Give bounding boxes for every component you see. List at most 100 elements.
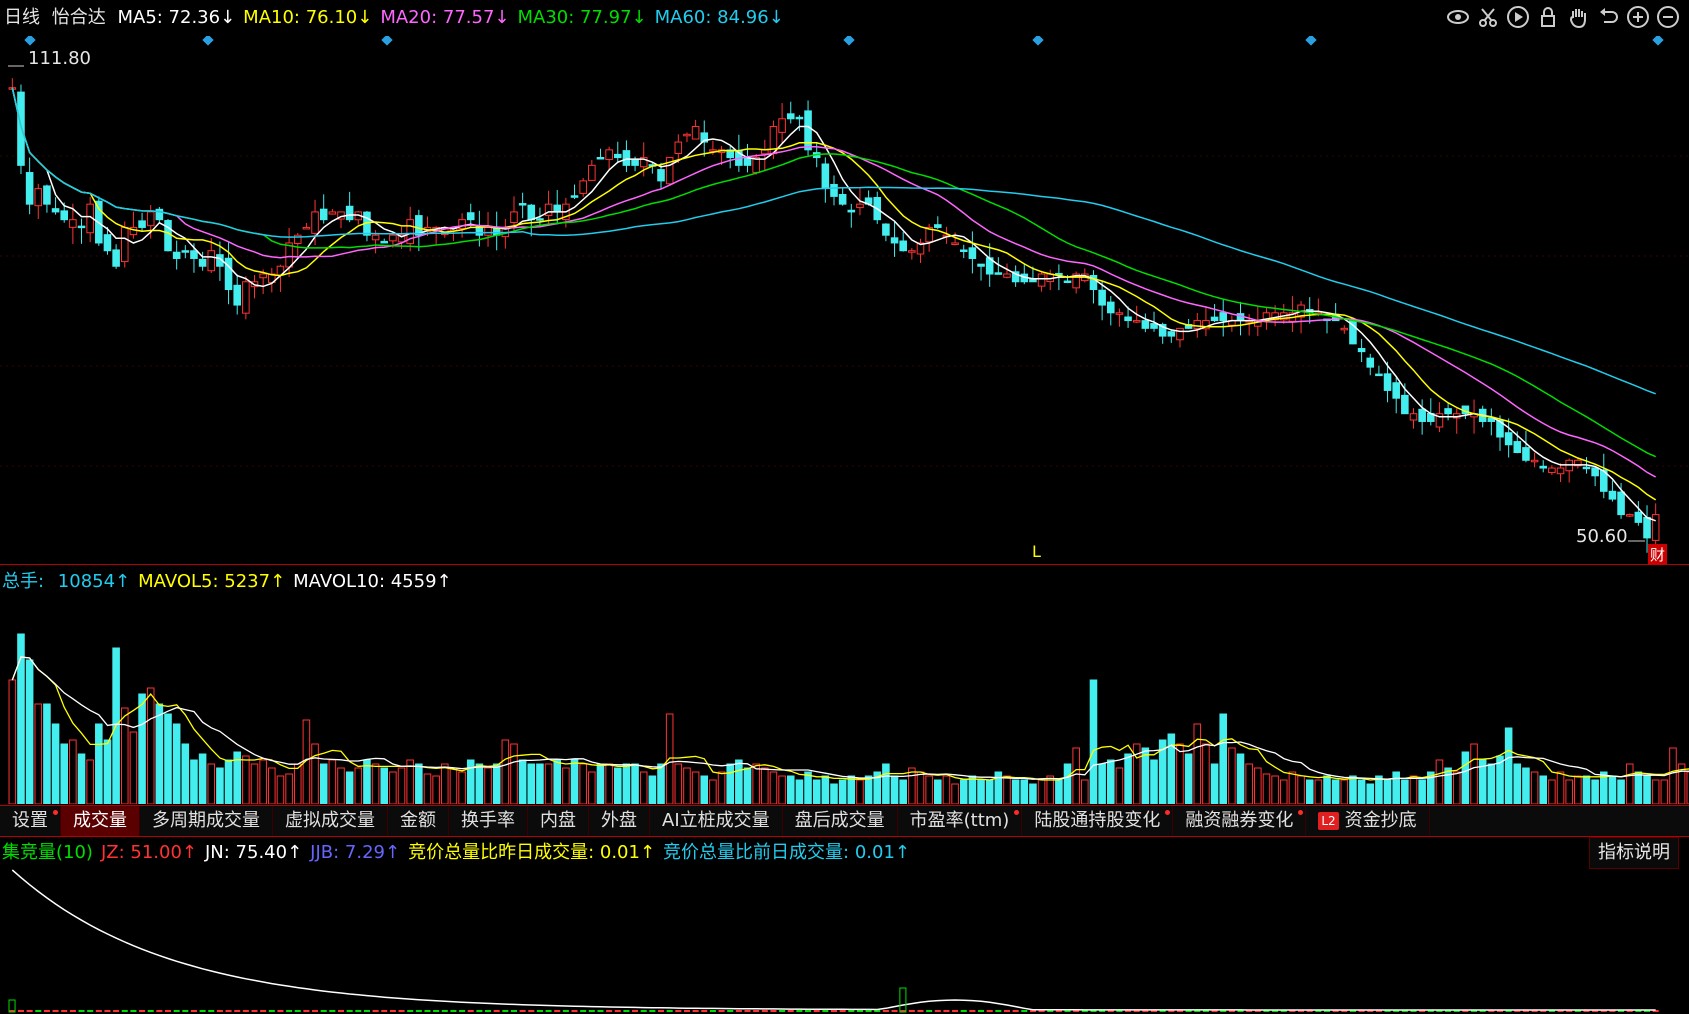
volume-bar-up [778,775,786,804]
auction-bar [787,1010,794,1012]
volume-bar-down [319,763,328,804]
volume-bar-up [709,779,717,804]
auction-legend-item-3: JJB: 7.29↑ [310,842,401,863]
volume-bar-down [795,779,804,804]
auction-bar [709,1010,716,1012]
volume-bar-up [259,759,267,804]
undo-icon[interactable] [1595,4,1621,30]
play-icon[interactable] [1505,4,1531,30]
ma-legend-item-3: MA30: 77.97↓ [517,7,647,28]
zoom-in-icon[interactable] [1625,4,1651,30]
volume-bar-down [1383,779,1392,804]
volume-bar-down [1331,779,1340,804]
volume-bar-down [1236,753,1245,804]
volume-bar-up [501,739,510,804]
volume-bar-up [311,743,319,804]
volume-bar-up [389,771,397,804]
auction-bar [1021,1010,1028,1012]
tab-7[interactable]: 外盘 [589,806,650,836]
auction-bar [1012,1010,1019,1012]
volume-bar-down [1608,775,1617,804]
auction-bar [882,1010,889,1012]
tab-label: 外盘 [601,810,637,831]
volume-bar-down [1643,775,1651,804]
volume-bar-up [432,775,440,804]
volume-bar-up [562,767,570,804]
volume-bar-up [1651,779,1660,804]
auction-bar [173,1010,180,1012]
volume-bar-up [293,763,302,804]
auction-bar [441,1010,448,1012]
volume-bar-up [510,743,518,804]
auction-bar [545,1010,552,1012]
l2-badge: L2 [1318,812,1339,830]
tab-1[interactable]: 成交量 [61,806,140,836]
volume-bar-up [69,739,77,804]
tab-4[interactable]: 金额 [388,806,449,836]
auction-bar [779,1010,786,1012]
volume-bar-down [657,763,665,804]
volume-bar-down [1444,767,1452,804]
low-point-marker: L [1032,542,1041,561]
volume-chart[interactable] [0,590,1689,804]
zoom-out-icon[interactable] [1655,4,1681,30]
volume-bar-up [951,783,959,804]
volume-bar-down [1305,779,1314,804]
indicator-help-button[interactable]: 指标说明 [1589,837,1679,869]
volume-bar-up [579,763,587,804]
finance-marker[interactable]: 财 [1648,544,1668,565]
volume-bar-down [95,723,103,804]
volume-bar-up [1556,771,1565,804]
volume-bar-down [1141,747,1150,804]
auction-bar [606,1010,613,1012]
hand-icon[interactable] [1565,4,1591,30]
tab-9[interactable]: 盘后成交量 [783,806,898,836]
tab-8[interactable]: AI立桩成交量 [650,806,783,836]
tab-11[interactable]: 陆股通持股变化 [1022,806,1174,836]
volume-legend-item-2: MAVOL5: 5237↑ [138,571,286,592]
tab-12[interactable]: 融资融券变化 [1173,806,1307,836]
auction-bar [891,1010,898,1012]
auction-bar [190,1010,197,1012]
auction-bar [147,1010,154,1012]
tab-label: 内盘 [540,810,576,831]
tab-10[interactable]: 市盈率(ttm) [898,806,1023,836]
auction-chart[interactable] [0,866,1689,1014]
volume-bar-up [1314,779,1323,804]
volume-bar-up [484,767,492,804]
volume-bar-down [899,779,907,804]
tab-5[interactable]: 换手率 [449,806,528,836]
tab-2[interactable]: 多周期成交量 [140,806,273,836]
tab-13[interactable]: L2 资金抄底 [1306,806,1430,836]
volume-bar-down [968,775,977,804]
auction-bar [727,1010,734,1012]
auction-bar [640,1010,647,1012]
auction-bar [277,1010,284,1012]
auction-bar [242,1010,249,1012]
scissors-icon[interactable] [1475,4,1501,30]
auction-bar [874,1010,881,1012]
tab-dot [1165,810,1171,815]
volume-bar-down [527,763,536,804]
tab-0[interactable]: 设置 [0,806,61,836]
high-price-label: 111.80 [28,48,91,69]
auction-bar [312,1010,319,1012]
price-panel-border [0,36,1689,565]
volume-bar-down [103,739,112,804]
auction-bar [969,1010,976,1012]
volume-bar-down [60,743,69,804]
volume-bar-up [86,759,94,804]
auction-bar [657,1010,665,1012]
stock-name: 怡合达 [51,7,106,28]
auction-bar [208,1010,215,1012]
volume-bar-up [423,773,432,804]
lock-icon[interactable] [1535,4,1561,30]
volume-bar-up [8,679,17,804]
tab-3[interactable]: 虚拟成交量 [273,806,388,836]
auction-bar [701,1010,708,1012]
tab-6[interactable]: 内盘 [528,806,589,836]
auction-bar [95,1010,102,1012]
volume-bar-up [1409,775,1418,804]
eye-icon[interactable] [1445,4,1471,30]
period-label[interactable]: 日线 [0,7,40,28]
